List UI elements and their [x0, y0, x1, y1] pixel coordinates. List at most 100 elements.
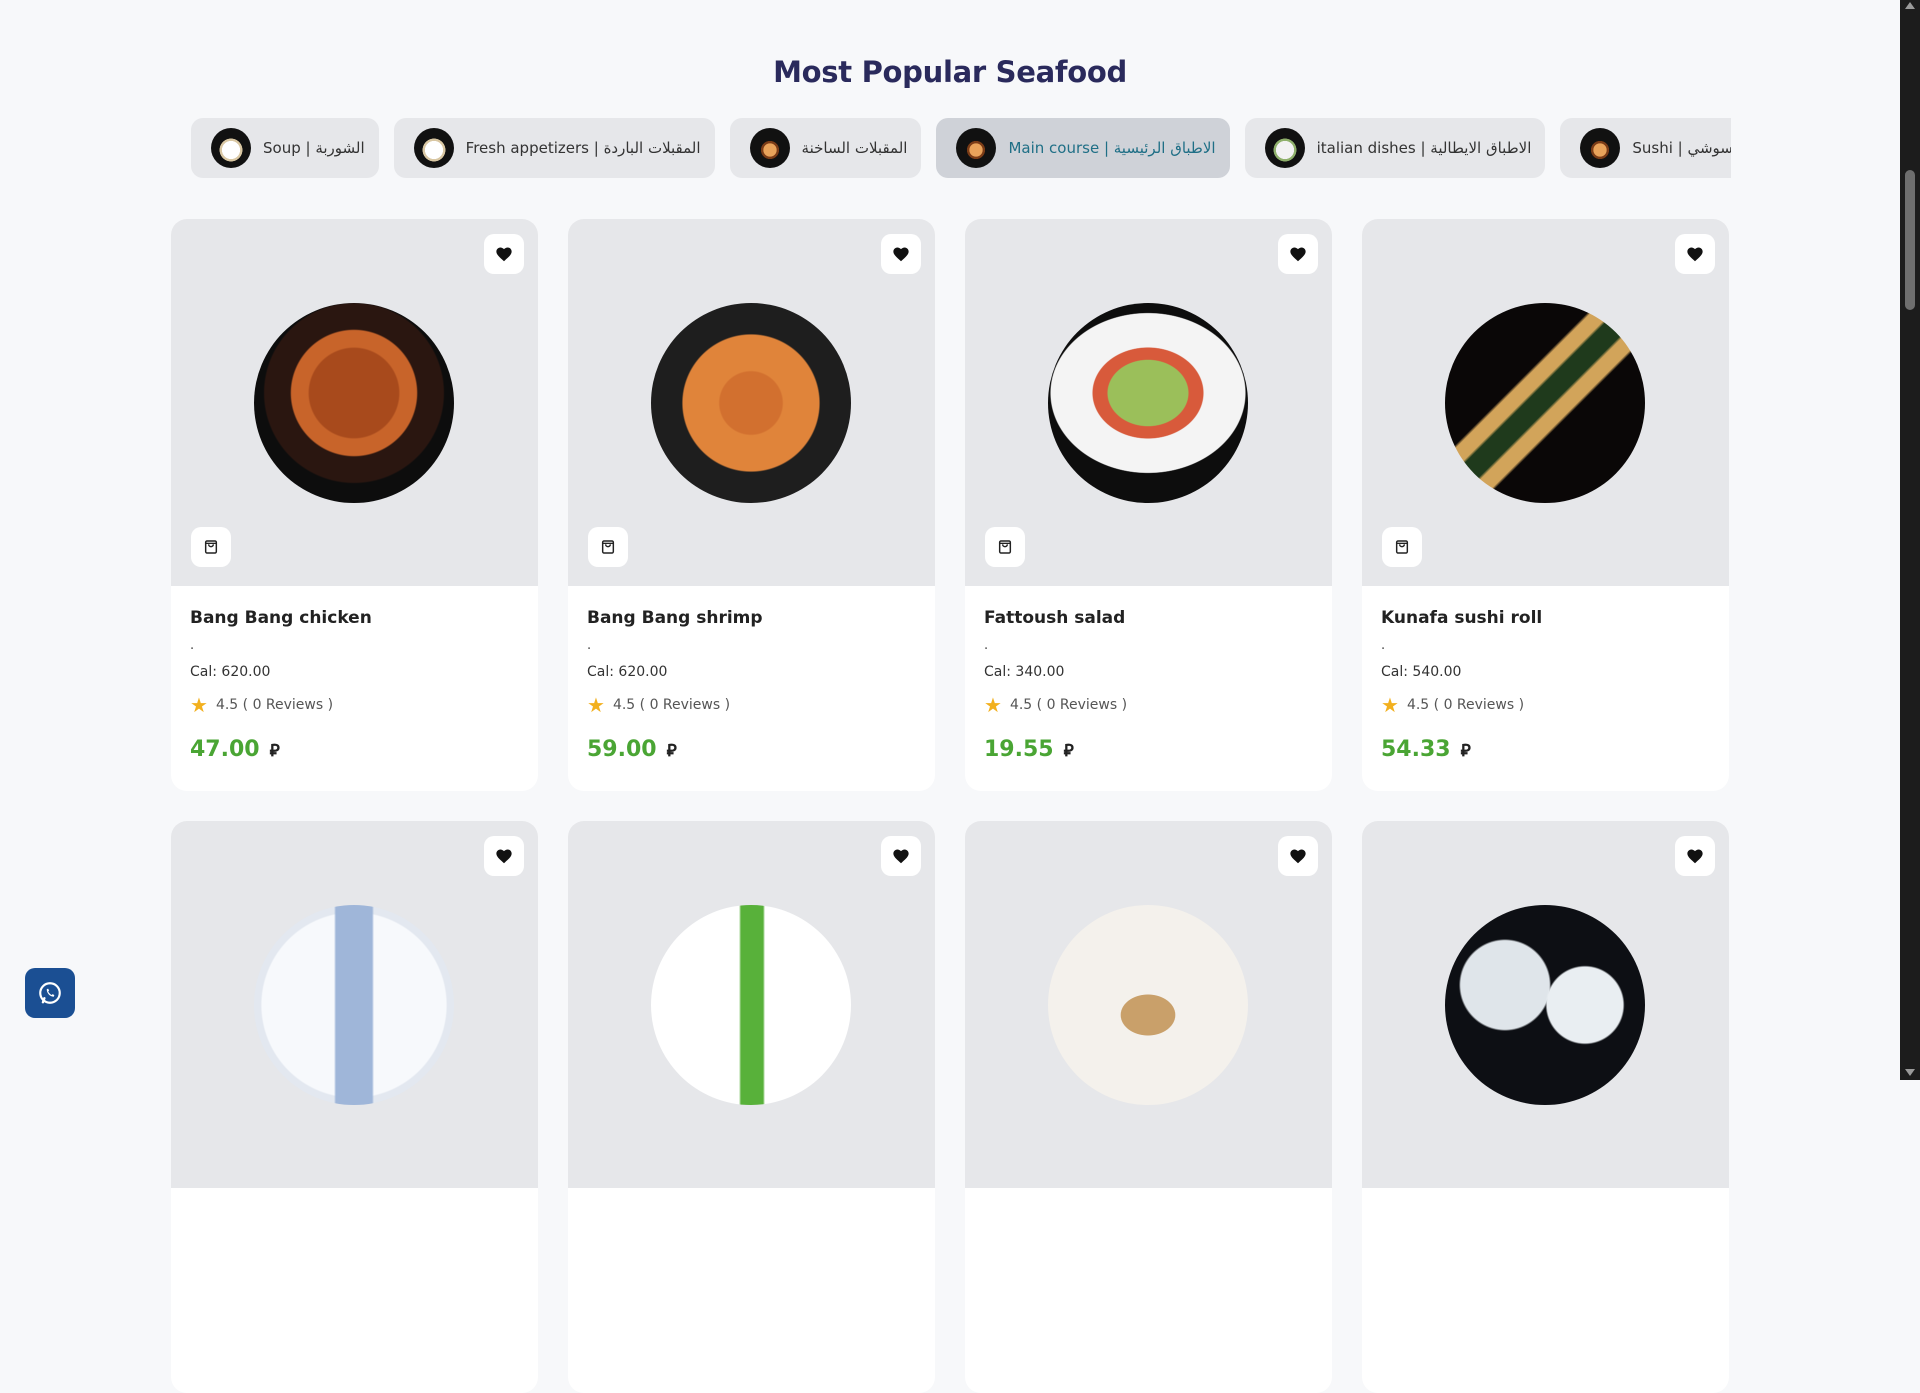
- product-name[interactable]: Bang Bang chicken: [190, 608, 519, 632]
- product-grid: Bang Bang chicken . Cal: 620.00 ★ 4.5 ( …: [171, 219, 1729, 1393]
- product-info: Fattoush salad . Cal: 340.00 ★ 4.5 ( 0 R…: [965, 586, 1332, 762]
- rating-text: 4.5 ( 0 Reviews ): [1009, 697, 1128, 713]
- product-image-area: [965, 821, 1332, 1188]
- tab-label: Main course | الاطباق الرئيسية: [1008, 139, 1216, 157]
- italian-dishes-thumbnail: [1264, 128, 1305, 168]
- product-price: 54.33: [1381, 737, 1451, 762]
- product-rating: ★ 4.5 ( 0 Reviews ): [587, 695, 916, 715]
- product-image: [254, 905, 454, 1105]
- shopping-bag-icon: [204, 540, 218, 554]
- product-name[interactable]: Fattoush salad: [984, 608, 1313, 632]
- product-description: .: [587, 638, 592, 653]
- scrollbar-thumb[interactable]: [1905, 170, 1915, 310]
- product-info: Kunafa sushi roll . Cal: 540.00 ★ 4.5 ( …: [1362, 586, 1729, 762]
- product-image-area: [171, 821, 538, 1188]
- heart-icon: [1687, 849, 1703, 864]
- product-image-area: [965, 219, 1332, 586]
- product-calories: Cal: 620.00: [190, 664, 271, 680]
- product-card[interactable]: Bang Bang chicken . Cal: 620.00 ★ 4.5 ( …: [171, 219, 538, 791]
- main-course-thumbnail: [956, 128, 997, 168]
- product-image: [651, 905, 851, 1105]
- tab-label: italian dishes | الاطباق الايطالية: [1316, 139, 1532, 157]
- scroll-up-arrow-icon[interactable]: [1905, 2, 1915, 9]
- rating-text: 4.5 ( 0 Reviews ): [215, 697, 334, 713]
- scroll-down-arrow-icon[interactable]: [1905, 1069, 1915, 1076]
- hot-appetizers-thumbnail: [749, 128, 790, 168]
- whatsapp-button[interactable]: [25, 968, 75, 1018]
- product-card[interactable]: Kunafa sushi roll . Cal: 540.00 ★ 4.5 ( …: [1362, 219, 1729, 791]
- product-card[interactable]: [171, 821, 538, 1393]
- product-card[interactable]: [1362, 821, 1729, 1393]
- product-calories: Cal: 540.00: [1381, 664, 1462, 680]
- product-image-area: [171, 219, 538, 586]
- add-to-cart-button[interactable]: [985, 527, 1025, 567]
- product-card[interactable]: Bang Bang shrimp . Cal: 620.00 ★ 4.5 ( 0…: [568, 219, 935, 791]
- price-row: 59.00 ⃁: [587, 737, 916, 762]
- tab-label: المقبلات الساخنة: [801, 139, 908, 157]
- heart-icon: [496, 247, 512, 262]
- price-row: 54.33 ⃁: [1381, 737, 1710, 762]
- category-tabs: Soup | الشوربة Fresh appetizers | المقبل…: [191, 118, 1731, 180]
- product-image: [1048, 303, 1248, 503]
- price-row: 19.55 ⃁: [984, 737, 1313, 762]
- add-to-cart-button[interactable]: [191, 527, 231, 567]
- product-image-area: [1362, 821, 1729, 1188]
- tab-sushi[interactable]: Sushi | السوشي: [1560, 118, 1731, 178]
- star-icon: ★: [1381, 693, 1399, 717]
- favorite-button[interactable]: [1278, 836, 1318, 876]
- product-card[interactable]: [965, 821, 1332, 1393]
- favorite-button[interactable]: [881, 836, 921, 876]
- product-image-area: [1362, 219, 1729, 586]
- heart-icon: [1290, 849, 1306, 864]
- fresh-appetizers-thumbnail: [413, 128, 454, 168]
- tab-soup[interactable]: Soup | الشوربة: [191, 118, 379, 178]
- product-rating: ★ 4.5 ( 0 Reviews ): [1381, 695, 1710, 715]
- heart-icon: [893, 849, 909, 864]
- vertical-scrollbar[interactable]: [1900, 0, 1920, 1080]
- add-to-cart-button[interactable]: [588, 527, 628, 567]
- tab-main-course[interactable]: Main course | الاطباق الرئيسية: [936, 118, 1230, 178]
- product-name[interactable]: Kunafa sushi roll: [1381, 608, 1710, 632]
- product-card[interactable]: Fattoush salad . Cal: 340.00 ★ 4.5 ( 0 R…: [965, 219, 1332, 791]
- shopping-bag-icon: [1395, 540, 1409, 554]
- favorite-button[interactable]: [1675, 836, 1715, 876]
- shopping-bag-icon: [998, 540, 1012, 554]
- product-image: [651, 303, 851, 503]
- currency-symbol: ⃁: [269, 740, 280, 761]
- product-calories: Cal: 620.00: [587, 664, 668, 680]
- product-image: [1048, 905, 1248, 1105]
- add-to-cart-button[interactable]: [1382, 527, 1422, 567]
- star-icon: ★: [190, 693, 208, 717]
- product-description: .: [190, 638, 195, 653]
- tab-fresh-appetizers[interactable]: Fresh appetizers | المقبلات الباردة: [393, 118, 715, 178]
- tab-italian-dishes[interactable]: italian dishes | الاطباق الايطالية: [1244, 118, 1546, 178]
- tab-hot-appetizers[interactable]: المقبلات الساخنة: [729, 118, 922, 178]
- heart-icon: [496, 849, 512, 864]
- currency-symbol: ⃁: [1460, 740, 1471, 761]
- price-row: 47.00 ⃁: [190, 737, 519, 762]
- favorite-button[interactable]: [484, 836, 524, 876]
- star-icon: ★: [984, 693, 1002, 717]
- product-price: 47.00: [190, 737, 260, 762]
- sushi-thumbnail: [1580, 128, 1621, 168]
- product-price: 59.00: [587, 737, 657, 762]
- page-title: Most Popular Seafood: [773, 55, 1127, 90]
- soup-thumbnail: [211, 128, 251, 168]
- product-card[interactable]: [568, 821, 935, 1393]
- shopping-bag-icon: [601, 540, 615, 554]
- product-calories: Cal: 340.00: [984, 664, 1065, 680]
- product-name[interactable]: Bang Bang shrimp: [587, 608, 916, 632]
- product-image-area: [568, 821, 935, 1188]
- tab-label: Soup | الشوربة: [263, 139, 365, 157]
- product-image: [1445, 905, 1645, 1105]
- favorite-button[interactable]: [1278, 234, 1318, 274]
- product-price: 19.55: [984, 737, 1054, 762]
- rating-text: 4.5 ( 0 Reviews ): [1406, 697, 1525, 713]
- product-description: .: [1381, 638, 1386, 653]
- product-image: [254, 303, 454, 503]
- favorite-button[interactable]: [484, 234, 524, 274]
- favorite-button[interactable]: [881, 234, 921, 274]
- favorite-button[interactable]: [1675, 234, 1715, 274]
- star-icon: ★: [587, 693, 605, 717]
- tab-label: Fresh appetizers | المقبلات الباردة: [465, 139, 701, 157]
